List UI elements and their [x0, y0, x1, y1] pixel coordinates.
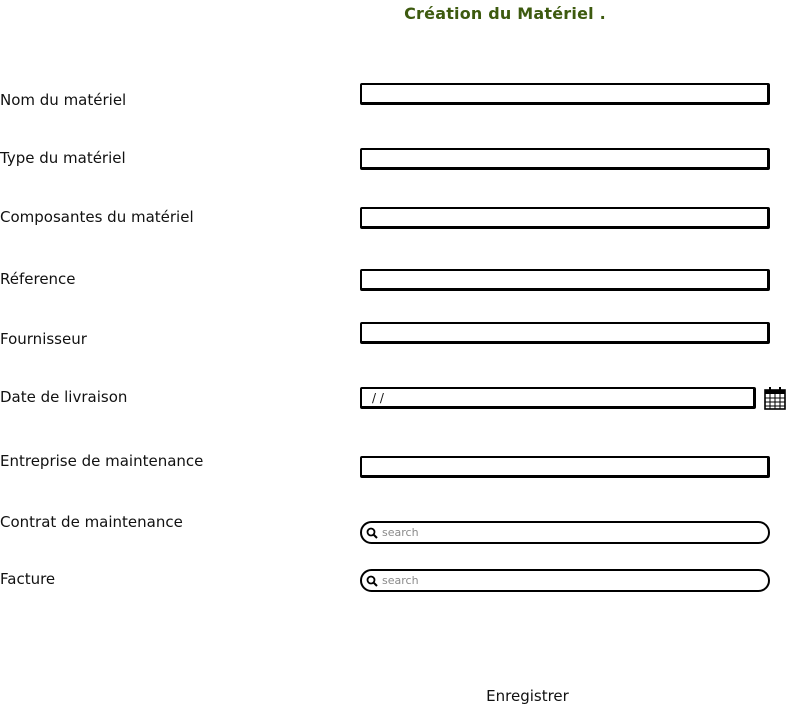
nom-materiel-label: Nom du matériel	[0, 91, 127, 109]
facture-search[interactable]: search	[360, 569, 770, 592]
calendar-icon[interactable]	[764, 386, 786, 410]
date-livraison-field[interactable]: / /	[360, 387, 756, 409]
contrat-search-placeholder: search	[382, 526, 419, 539]
nom-materiel-field[interactable]	[360, 83, 770, 105]
save-button[interactable]: Enregistrer	[470, 687, 585, 709]
entreprise-maintenance-field[interactable]	[360, 456, 770, 478]
date-livraison-label: Date de livraison	[0, 388, 128, 406]
type-materiel-label: Type du matériel	[0, 149, 126, 167]
composantes-materiel-field[interactable]	[360, 207, 770, 229]
contrat-maintenance-search[interactable]: search	[360, 521, 770, 544]
fournisseur-field[interactable]	[360, 322, 770, 344]
search-icon	[366, 527, 378, 539]
facture-search-placeholder: search	[382, 574, 419, 587]
composantes-materiel-label: Composantes du matériel	[0, 208, 194, 226]
facture-label: Facture	[0, 570, 56, 588]
search-icon	[366, 575, 378, 587]
page-title: Création du Matériel .	[404, 4, 606, 23]
reference-field[interactable]	[360, 269, 770, 291]
contrat-maintenance-label: Contrat de maintenance	[0, 513, 183, 531]
reference-label: Réference	[0, 270, 76, 288]
type-materiel-field[interactable]	[360, 148, 770, 170]
fournisseur-label: Fournisseur	[0, 330, 87, 348]
entreprise-maintenance-label: Entreprise de maintenance	[0, 452, 204, 470]
